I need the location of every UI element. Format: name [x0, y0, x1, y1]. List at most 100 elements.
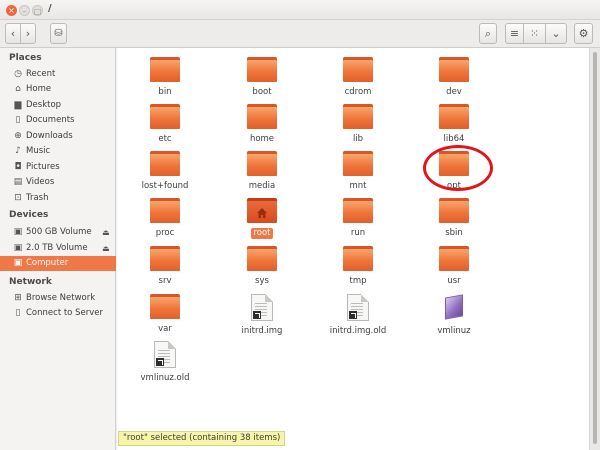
sidebar-item-label: Trash: [26, 193, 49, 203]
folder-icon: [439, 246, 469, 271]
sidebar-item-label: 500 GB Volume: [26, 227, 92, 237]
file-item-media[interactable]: media: [222, 151, 302, 192]
minimize-window-button[interactable]: –: [19, 5, 30, 16]
file-item-proc[interactable]: proc: [125, 198, 205, 239]
sidebar-item-500-gb-volume[interactable]: ▣ 500 GB Volume ⏏: [0, 225, 116, 240]
file-item-vmlinuz[interactable]: vmlinuz: [414, 294, 494, 337]
file-item-lib64[interactable]: lib64: [414, 104, 494, 145]
sidebar-item-documents[interactable]: ▯ Documents: [0, 113, 116, 128]
file-item-home[interactable]: home: [222, 104, 302, 145]
folder-icon: [247, 57, 277, 82]
settings-button[interactable]: ⚙: [574, 23, 593, 44]
file-item-var[interactable]: var: [125, 294, 205, 335]
folder-icon: [439, 198, 469, 223]
file-item-sbin[interactable]: sbin: [414, 198, 494, 239]
file-item-dev[interactable]: dev: [414, 57, 494, 98]
file-name-label: srv: [158, 276, 172, 286]
file-name-label: tmp: [349, 276, 367, 286]
file-name-label: bin: [158, 87, 172, 97]
file-item-srv[interactable]: srv: [125, 246, 205, 287]
file-item-initrd-img-old[interactable]: initrd.img.old: [318, 294, 398, 337]
file-name-label: root: [251, 228, 273, 239]
sidebar-item-label: Home: [26, 84, 52, 94]
sidebar-item-2-0-tb-volume[interactable]: ▣ 2.0 TB Volume ⏏: [0, 241, 116, 256]
back-button[interactable]: ‹: [5, 23, 21, 44]
documents-icon: ▯: [15, 115, 21, 125]
file-item-initrd-img[interactable]: initrd.img: [222, 294, 302, 337]
downloads-icon: ⊕: [14, 131, 22, 141]
list-view-button[interactable]: ≡: [505, 23, 524, 44]
sidebar-item-connect-to-server[interactable]: ▯ Connect to Server: [0, 306, 116, 321]
file-item-run[interactable]: run: [318, 198, 398, 239]
forward-button[interactable]: ›: [20, 23, 36, 44]
sidebar-item-computer[interactable]: ▣ Computer: [0, 256, 116, 271]
file-item-boot[interactable]: boot: [222, 57, 302, 98]
server-icon: ▯: [15, 308, 21, 318]
file-name-label: mnt: [349, 181, 367, 191]
sidebar-heading-places: Places: [9, 53, 42, 63]
sidebar-item-label: Documents: [26, 115, 75, 125]
file-view[interactable]: bin boot cdrom dev etc home lib lib64 lost+found…: [117, 48, 589, 450]
file-item-lost-found[interactable]: lost+found: [125, 151, 205, 192]
sidebar-heading-devices: Devices: [9, 210, 49, 220]
eject-icon[interactable]: ⏏: [102, 241, 110, 256]
file-item-root[interactable]: root: [222, 198, 302, 239]
file-item-sys[interactable]: sys: [222, 246, 302, 287]
scrollbar-thumb[interactable]: [593, 52, 597, 444]
eject-icon[interactable]: ⏏: [102, 225, 110, 240]
file-name-label: vmlinuz.old: [140, 373, 190, 383]
grid-view-button[interactable]: ⁙: [523, 23, 546, 44]
file-name-label: home: [249, 134, 275, 144]
file-name-label: vmlinuz: [437, 326, 471, 336]
sidebar-item-music[interactable]: ♪ Music: [0, 144, 116, 159]
file-item-etc[interactable]: etc: [125, 104, 205, 145]
scrollbar[interactable]: [589, 48, 600, 450]
window-title: /: [48, 3, 52, 14]
sidebar-item-videos[interactable]: ▤ Videos: [0, 175, 116, 190]
sidebar-item-pictures[interactable]: ◘ Pictures: [0, 160, 116, 175]
file-name-label: lost+found: [141, 181, 189, 191]
file-name-label: dev: [446, 87, 462, 97]
computer-icon: ▣: [13, 258, 23, 268]
home-icon: ⌂: [15, 84, 21, 94]
sidebar-item-trash[interactable]: ⊡ Trash: [0, 191, 116, 206]
search-button[interactable]: ⌕: [479, 23, 497, 44]
sidebar-item-downloads[interactable]: ⊕ Downloads: [0, 129, 116, 144]
sidebar-item-label: Desktop: [26, 100, 62, 110]
sidebar-item-desktop[interactable]: ▆ Desktop: [0, 98, 116, 113]
home-folder-icon: [247, 198, 277, 223]
sidebar-item-label: Pictures: [26, 162, 60, 172]
path-bar-root-button[interactable]: ⛁: [50, 23, 67, 44]
folder-icon: [150, 151, 180, 176]
sidebar-item-home[interactable]: ⌂ Home: [0, 82, 116, 97]
title-bar: × – □ /: [0, 0, 600, 20]
file-item-lib[interactable]: lib: [318, 104, 398, 145]
maximize-window-button[interactable]: □: [32, 5, 43, 16]
file-item-bin[interactable]: bin: [125, 57, 205, 98]
file-item-cdrom[interactable]: cdrom: [318, 57, 398, 98]
drive-icon: ▣: [13, 227, 23, 237]
file-name-label: lib: [352, 134, 364, 144]
file-name-label: lib64: [443, 134, 465, 144]
file-item-vmlinuz-old[interactable]: vmlinuz.old: [125, 341, 205, 384]
kernel-link-icon: [442, 294, 466, 321]
sidebar-item-browse-network[interactable]: ⊞ Browse Network: [0, 291, 116, 306]
file-item-mnt[interactable]: mnt: [318, 151, 398, 192]
folder-icon: [247, 246, 277, 271]
status-bar: "root" selected (containing 38 items): [118, 431, 286, 446]
file-manager-window: × – □ / ‹ › ⛁ ⌕ ≡ ⁙ ⌄ ⚙ Places ◷ Recent ⌂ Ho…: [0, 0, 600, 450]
network-icon: ⊞: [14, 293, 22, 303]
sidebar-item-label: Browse Network: [26, 293, 96, 303]
sidebar-item-label: Computer: [26, 258, 69, 268]
folder-icon: [247, 104, 277, 129]
view-options-button[interactable]: ⌄: [545, 23, 567, 44]
file-item-usr[interactable]: usr: [414, 246, 494, 287]
sidebar-item-recent[interactable]: ◷ Recent: [0, 67, 116, 82]
folder-icon: [343, 198, 373, 223]
music-icon: ♪: [15, 146, 21, 156]
file-item-tmp[interactable]: tmp: [318, 246, 398, 287]
symlink-document-icon: [347, 294, 369, 321]
close-window-button[interactable]: ×: [6, 5, 17, 16]
clock-icon: ◷: [14, 69, 22, 79]
folder-icon: [439, 57, 469, 82]
